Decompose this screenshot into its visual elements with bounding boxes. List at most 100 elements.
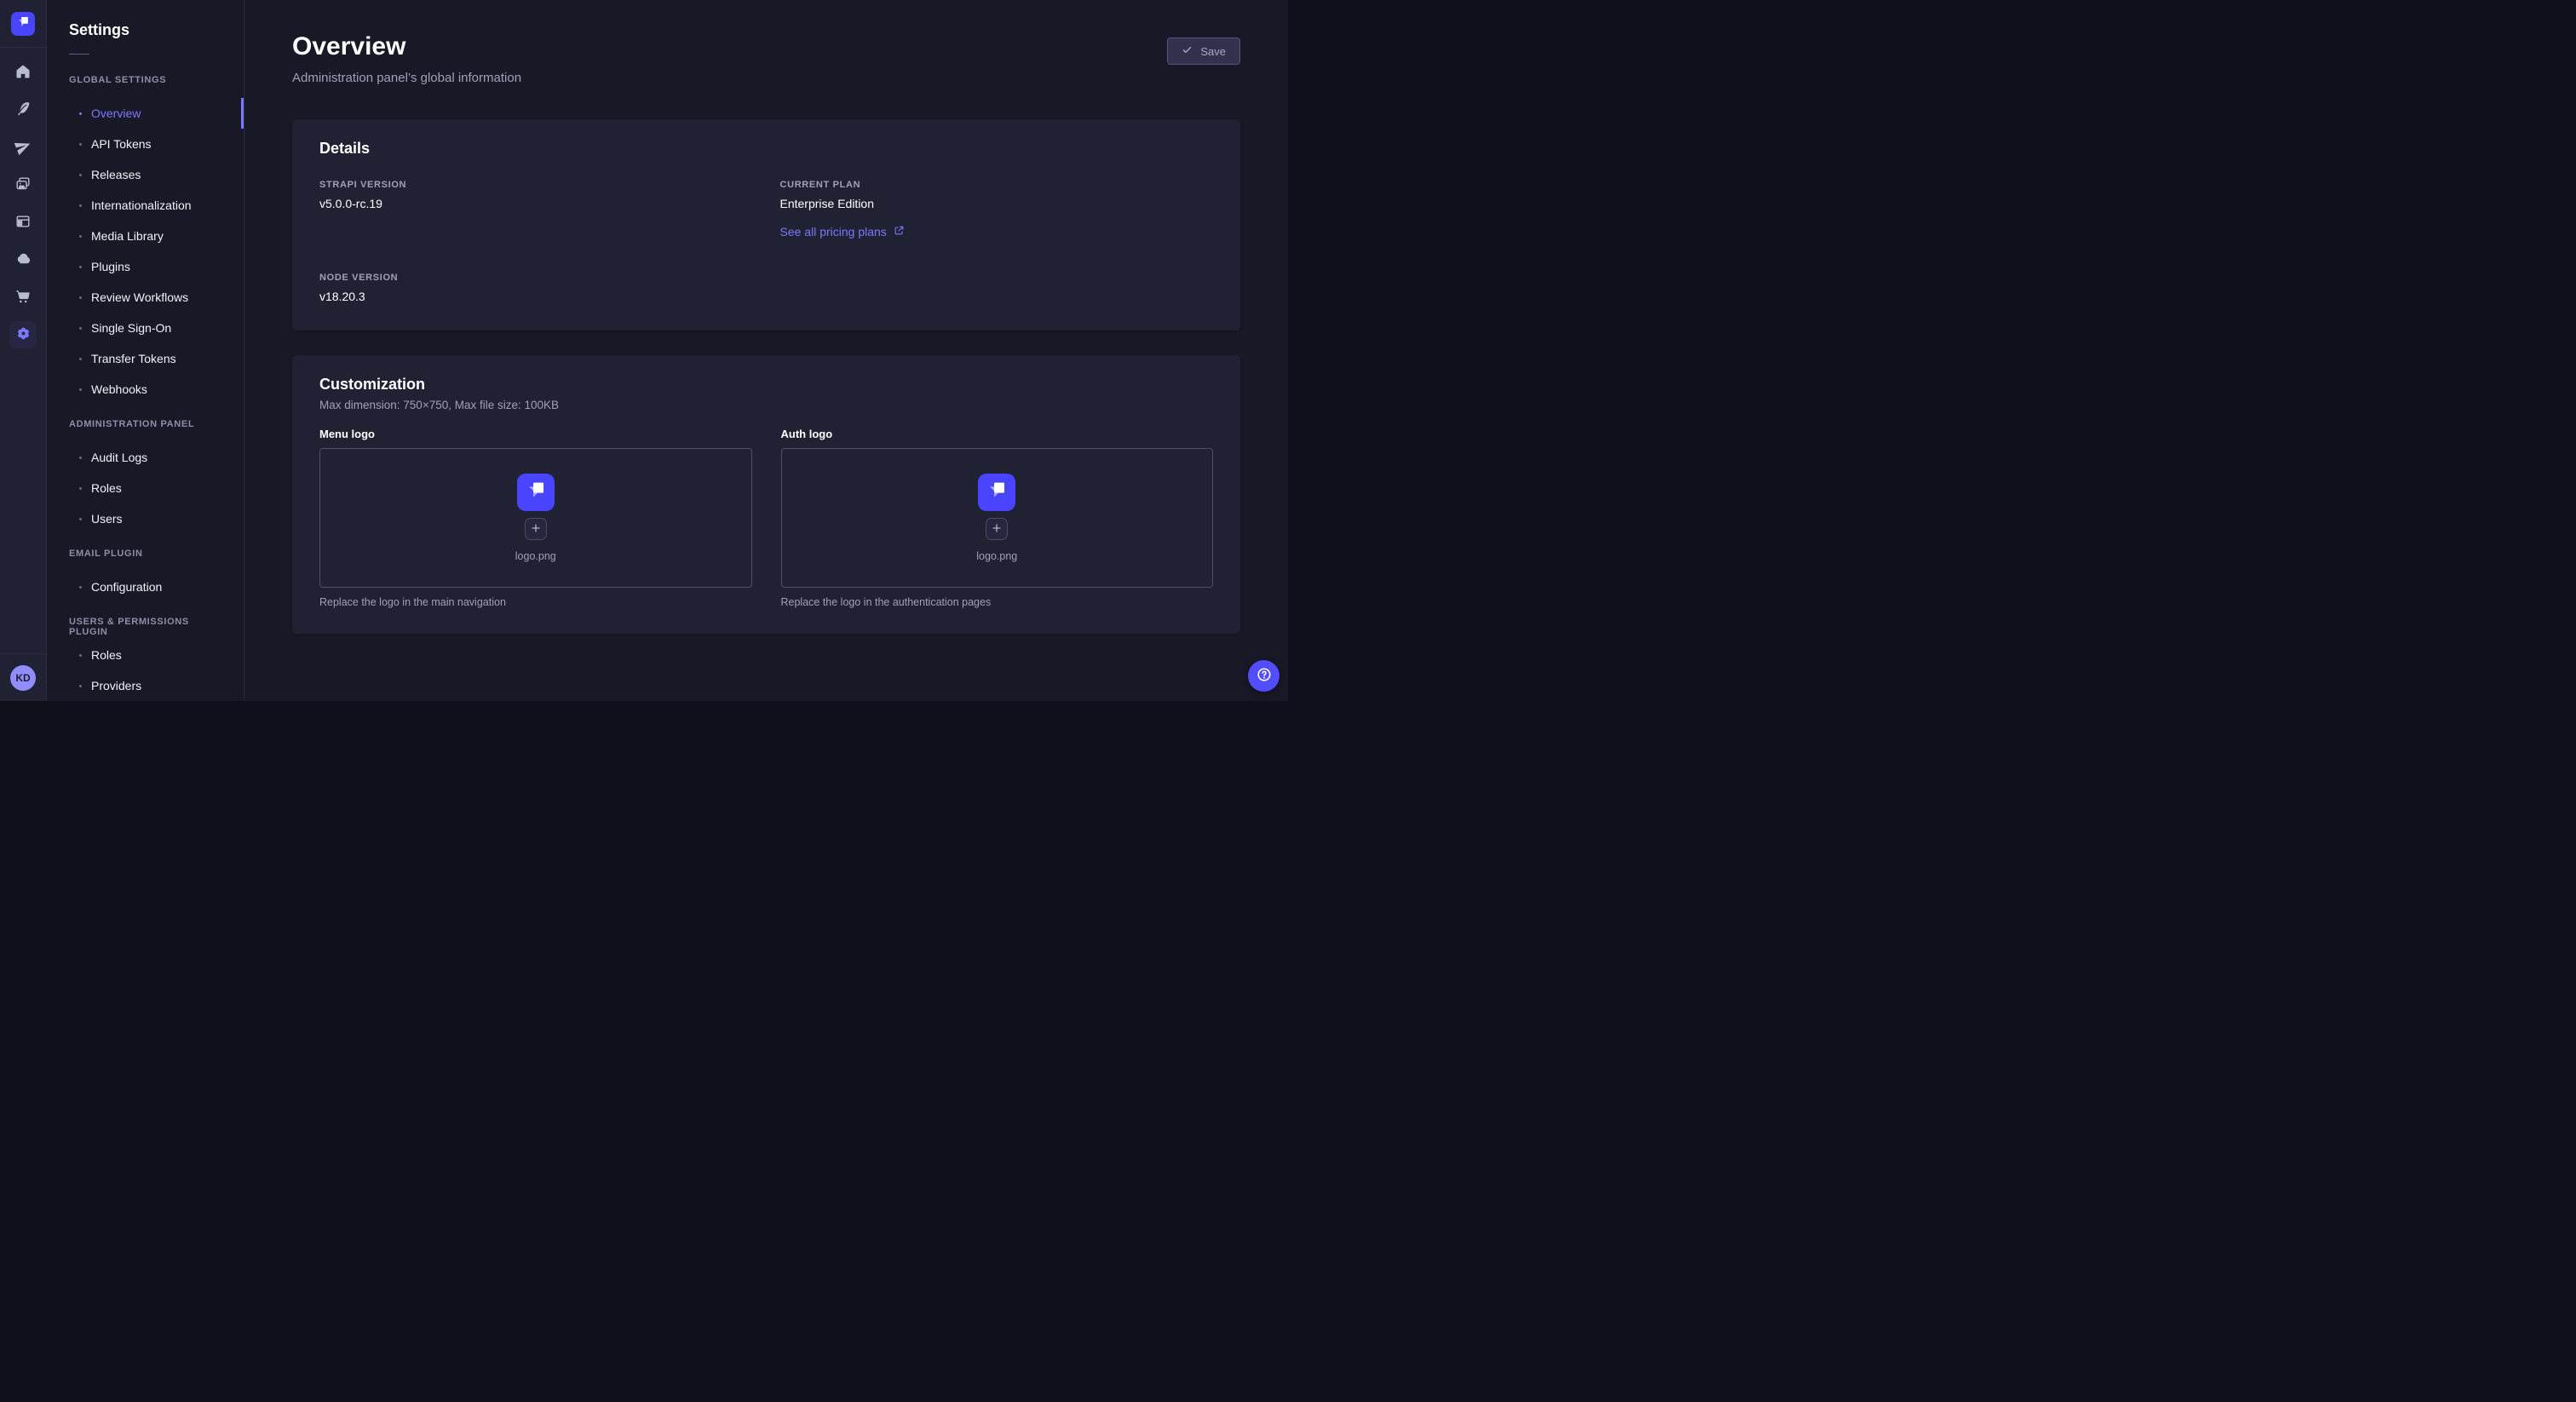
nav-content-builder[interactable]	[9, 100, 37, 120]
nav-deploy[interactable]	[9, 137, 37, 158]
field-label: STRAPI VERSION	[319, 180, 753, 190]
sidebar-item-email-configuration[interactable]: Configuration	[47, 572, 244, 602]
sidebar-item-internationalization[interactable]: Internationalization	[47, 190, 244, 221]
bullet-icon	[79, 112, 82, 115]
sidebar-item-releases[interactable]: Releases	[47, 159, 244, 190]
menu-logo-field: Menu logo logo.png	[319, 428, 752, 608]
field-value: Enterprise Edition	[780, 197, 1214, 210]
field-node-version: NODE VERSION v18.20.3	[319, 273, 753, 303]
customization-title: Customization	[319, 376, 1213, 394]
auth-logo-label: Auth logo	[781, 428, 1214, 440]
sidebar-item-label: Overview	[91, 106, 141, 120]
bullet-icon	[79, 586, 82, 589]
sidebar-item-review-workflows[interactable]: Review Workflows	[47, 282, 244, 313]
sidebar-item-label: Audit Logs	[91, 451, 147, 464]
save-button-label: Save	[1200, 45, 1226, 58]
customization-card: Customization Max dimension: 750×750, Ma…	[292, 355, 1240, 634]
strapi-logo-icon	[521, 476, 550, 509]
sidebar-item-label: Users	[91, 512, 123, 526]
field-label: CURRENT PLAN	[780, 180, 1214, 190]
field-value: v18.20.3	[319, 290, 753, 303]
home-icon	[14, 63, 32, 83]
logo-uploads: Menu logo logo.png	[319, 428, 1213, 608]
field-value: v5.0.0-rc.19	[319, 197, 753, 210]
bullet-icon	[79, 266, 82, 268]
help-button[interactable]	[1248, 660, 1279, 692]
add-menu-logo-button[interactable]	[525, 518, 547, 540]
check-icon	[1182, 44, 1193, 58]
page-title: Overview	[292, 34, 521, 60]
sidebar-item-label: Single Sign-On	[91, 321, 171, 335]
sidebar-item-up-providers[interactable]: Providers	[47, 670, 244, 701]
workplace-logo-button[interactable]	[11, 12, 35, 36]
section-header-users-permissions-plugin: USERS & PERMISSIONS PLUGIN	[69, 617, 221, 628]
plus-icon	[991, 522, 1003, 537]
details-title: Details	[319, 140, 1213, 158]
page-header: Overview Administration panel’s global i…	[292, 34, 1240, 85]
sidebar-item-label: Configuration	[91, 580, 162, 594]
auth-logo-caption: Replace the logo in the authentication p…	[781, 596, 1214, 608]
sidebar-item-label: Transfer Tokens	[91, 352, 176, 365]
details-card: Details STRAPI VERSION v5.0.0-rc.19 CURR…	[292, 119, 1240, 330]
save-button[interactable]: Save	[1167, 37, 1240, 65]
sidebar-item-transfer-tokens[interactable]: Transfer Tokens	[47, 343, 244, 374]
menu-logo-preview	[517, 474, 555, 511]
sidebar-item-admin-roles[interactable]: Roles	[47, 473, 244, 503]
sidebar-item-label: Media Library	[91, 229, 164, 243]
title-rule	[69, 54, 89, 55]
menu-logo-dropzone[interactable]: logo.png	[319, 448, 752, 588]
pricing-plans-link[interactable]: See all pricing plans	[780, 225, 905, 238]
page-header-text: Overview Administration panel’s global i…	[292, 34, 521, 85]
section-list-email-plugin: Configuration	[47, 572, 244, 602]
menu-logo-label: Menu logo	[319, 428, 752, 440]
user-avatar[interactable]: KD	[10, 665, 36, 691]
sidebar-item-label: Providers	[91, 679, 141, 692]
add-auth-logo-button[interactable]	[986, 518, 1008, 540]
main-nav-rail: KD	[0, 0, 47, 701]
bullet-icon	[79, 327, 82, 330]
strapi-logo-icon	[982, 476, 1011, 509]
auth-logo-dropzone[interactable]: logo.png	[781, 448, 1214, 588]
rail-nav	[9, 62, 37, 345]
nav-cloud[interactable]	[9, 250, 37, 270]
sidebar-item-audit-logs[interactable]: Audit Logs	[47, 442, 244, 473]
sidebar-item-plugins[interactable]: Plugins	[47, 251, 244, 282]
rail-divider	[0, 47, 47, 48]
sidebar-item-overview[interactable]: Overview	[47, 98, 244, 129]
bullet-icon	[79, 358, 82, 360]
auth-logo-field: Auth logo logo.png	[781, 428, 1214, 608]
gear-icon	[14, 325, 32, 345]
sidebar-item-single-sign-on[interactable]: Single Sign-On	[47, 313, 244, 343]
menu-logo-caption: Replace the logo in the main navigation	[319, 596, 752, 608]
nav-settings[interactable]	[9, 321, 37, 348]
external-link-icon	[894, 225, 905, 238]
sidebar-item-admin-users[interactable]: Users	[47, 503, 244, 534]
page-subtitle: Administration panel’s global informatio…	[292, 71, 521, 85]
sidebar-item-up-roles[interactable]: Roles	[47, 640, 244, 670]
sidebar-item-webhooks[interactable]: Webhooks	[47, 374, 244, 405]
main-content: Overview Administration panel’s global i…	[244, 0, 1288, 701]
sidebar-item-label: Internationalization	[91, 198, 192, 212]
field-strapi-version: STRAPI VERSION v5.0.0-rc.19	[319, 180, 753, 240]
sidebar-title: Settings	[69, 21, 244, 39]
field-current-plan: CURRENT PLAN Enterprise Edition See all …	[780, 180, 1214, 240]
field-label: NODE VERSION	[319, 273, 753, 283]
sidebar-item-api-tokens[interactable]: API Tokens	[47, 129, 244, 159]
bullet-icon	[79, 235, 82, 238]
plus-icon	[530, 522, 542, 537]
menu-logo-filename: logo.png	[515, 550, 556, 562]
nav-home[interactable]	[9, 62, 37, 83]
cart-icon	[14, 288, 32, 307]
bullet-icon	[79, 204, 82, 207]
nav-marketplace[interactable]	[9, 287, 37, 307]
bullet-icon	[79, 518, 82, 520]
section-header-administration-panel: ADMINISTRATION PANEL	[69, 419, 221, 430]
images-icon	[14, 175, 32, 195]
nav-content-manager[interactable]	[9, 212, 37, 233]
sidebar-item-media-library[interactable]: Media Library	[47, 221, 244, 251]
strapi-admin-app: KD Settings GLOBAL SETTINGS Overview API…	[0, 0, 1288, 701]
nav-media-library[interactable]	[9, 175, 37, 195]
settings-sidebar: Settings GLOBAL SETTINGS Overview API To…	[47, 0, 244, 701]
bullet-icon	[79, 388, 82, 391]
section-header-email-plugin: EMAIL PLUGIN	[69, 549, 221, 560]
